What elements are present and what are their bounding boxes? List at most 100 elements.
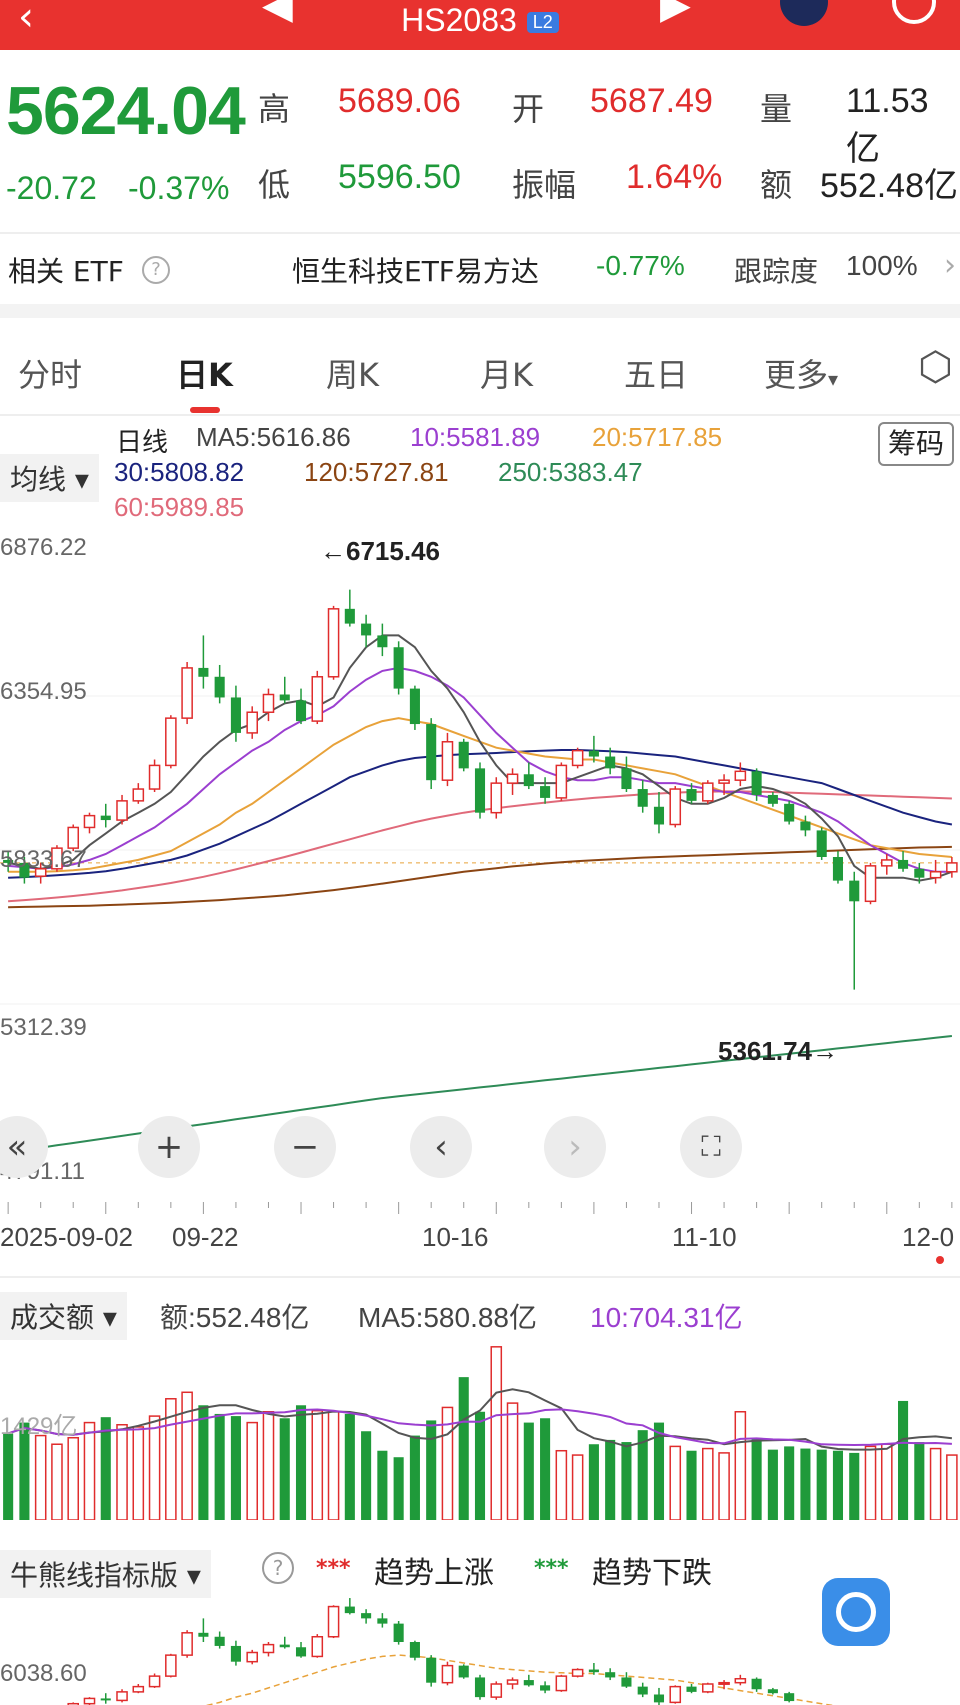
tab-more[interactable]: 更多▾ [764, 350, 838, 396]
indicator-candle [540, 1685, 551, 1691]
candle [540, 786, 551, 798]
indicator-chart [67, 1598, 835, 1705]
volume-bar [67, 1436, 80, 1520]
ma-selector[interactable]: 均线 ▾ [0, 454, 99, 502]
caret-down-icon: ▾ [186, 1559, 201, 1592]
indicator-candle [311, 1636, 324, 1658]
fullscreen-button[interactable]: ⛶ [680, 1116, 742, 1178]
chevron-right-icon[interactable]: › [944, 248, 956, 283]
price-change-pct: -0.37% [128, 170, 230, 206]
candlestick-chart[interactable] [0, 530, 960, 1170]
candle [816, 830, 827, 857]
zoom-in-button[interactable]: + [138, 1116, 200, 1178]
indicator-candle [361, 1613, 372, 1619]
zoom-out-button[interactable]: − [274, 1116, 336, 1178]
volume-bar [669, 1445, 682, 1520]
candle [898, 859, 909, 869]
indicator-candle [100, 1698, 111, 1701]
candle [148, 764, 161, 790]
candle [849, 880, 860, 902]
candle [751, 771, 762, 795]
indicator-candle [767, 1689, 778, 1694]
assistant-button[interactable] [822, 1578, 890, 1646]
indicator-candle [588, 1669, 599, 1673]
ma-prefix: 日线 [116, 427, 169, 457]
scroll-left-button[interactable]: ‹ [410, 1116, 472, 1178]
candle [361, 623, 372, 636]
tracking-value: 100% [846, 250, 918, 281]
ma5-value: MA5:5616.86 [196, 422, 351, 452]
indicator-candle [621, 1677, 632, 1687]
volume-bar [718, 1452, 730, 1520]
volume-bar [816, 1449, 827, 1520]
divider [0, 1276, 960, 1278]
candle [100, 815, 111, 821]
chip-distribution-button[interactable]: 筹码 [878, 422, 955, 466]
indicator-candle [555, 1675, 568, 1692]
price-axis-tick: 6354.95 [0, 678, 87, 705]
current-date-dot [936, 1256, 944, 1264]
volume-bar [3, 1433, 14, 1520]
tab-intraday[interactable]: 分时 [18, 350, 82, 396]
indicator-candle [474, 1677, 486, 1698]
ma120-value: 120:5727.81 [304, 457, 449, 487]
candle [409, 688, 420, 725]
candle [686, 789, 697, 801]
section-gap [0, 304, 960, 318]
indicator-candle [490, 1683, 503, 1698]
volume-value: 11.53亿 [846, 82, 929, 168]
indicator-candle [83, 1697, 96, 1705]
indicator-candle [148, 1675, 161, 1688]
indicator-candle [686, 1686, 697, 1692]
volume-bar [148, 1415, 161, 1520]
candle [929, 871, 942, 879]
volume-bar [621, 1442, 632, 1520]
volume-bar [702, 1447, 714, 1520]
volume-bar [880, 1443, 893, 1520]
volume-bar [409, 1435, 420, 1520]
chevron-right-icon: › [568, 1127, 582, 1167]
indicator-candle [669, 1685, 682, 1704]
tab-monthly-k[interactable]: 月K [480, 350, 533, 396]
volume-bar [426, 1420, 437, 1520]
volume-bar [686, 1450, 697, 1520]
etf-change: -0.77% [596, 250, 685, 281]
volume-bar [800, 1448, 811, 1520]
volume-bar [605, 1439, 616, 1520]
volume-bar [132, 1426, 145, 1520]
candle [295, 700, 307, 722]
tab-weekly-k[interactable]: 周K [326, 350, 379, 396]
tab-daily-k[interactable]: 日K [176, 350, 233, 396]
candle [393, 647, 404, 689]
candle [523, 774, 534, 787]
volume-bar [262, 1411, 275, 1520]
volume-bar [849, 1452, 860, 1520]
settings-hexagon-icon[interactable]: ⬡ [918, 344, 953, 390]
volume-bar [490, 1346, 503, 1520]
next-arrow-icon[interactable]: ▶ [660, 0, 691, 28]
volume-bar [751, 1438, 762, 1520]
volume-bar [295, 1405, 307, 1520]
help-icon[interactable]: ? [142, 256, 170, 284]
volume-bar [474, 1411, 486, 1520]
candle [214, 676, 225, 698]
candle [864, 865, 877, 903]
volume-bar [393, 1457, 404, 1520]
volume-bar [929, 1447, 942, 1520]
indicator-candle [116, 1691, 128, 1702]
help-icon[interactable]: ? [262, 1552, 294, 1584]
volume-bar [279, 1418, 290, 1520]
indicator-candle [246, 1651, 258, 1663]
volume-bar [198, 1405, 209, 1520]
scroll-right-button[interactable]: › [544, 1116, 606, 1178]
caret-down-icon: ▾ [828, 367, 839, 391]
indicator-candle [377, 1618, 388, 1624]
tab-five-day[interactable]: 五日 [624, 350, 688, 396]
volume-bar [832, 1450, 844, 1520]
volume-chart[interactable] [0, 1330, 960, 1520]
volume-bar [327, 1411, 340, 1520]
date-label: 10-16 [422, 1222, 489, 1252]
candle [327, 608, 340, 678]
amount-value: 552.48亿 [820, 167, 958, 205]
etf-name[interactable]: 恒生科技ETF易方达 [292, 250, 539, 290]
